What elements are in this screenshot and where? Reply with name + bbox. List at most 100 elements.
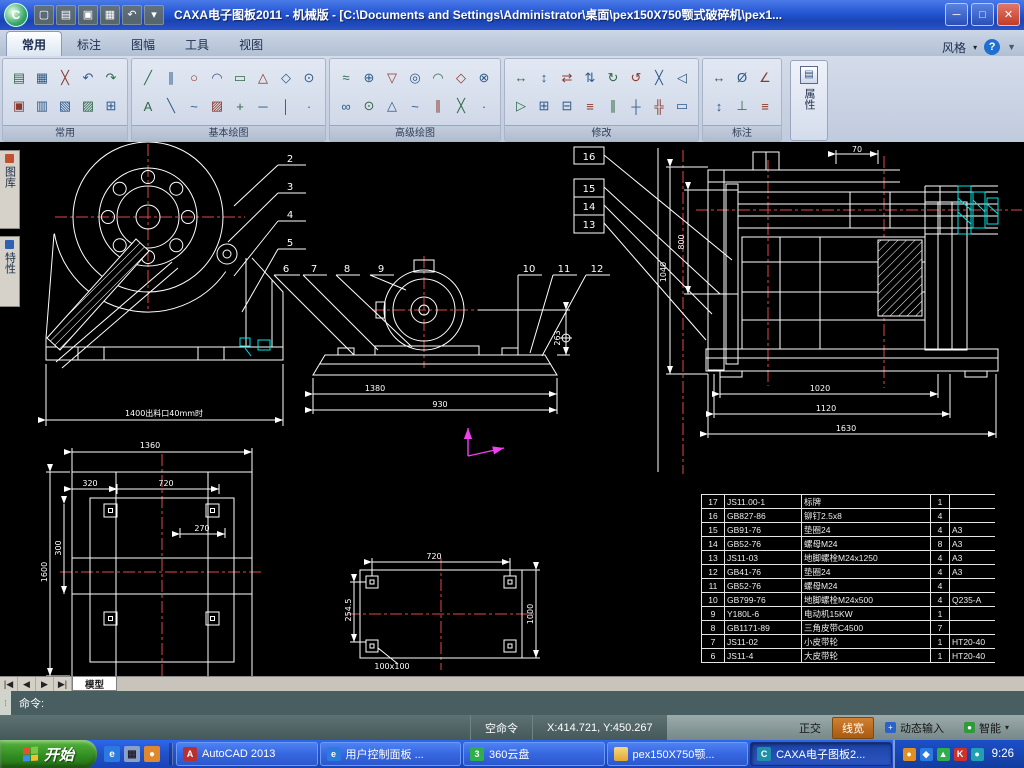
new-icon[interactable]: ▢ bbox=[34, 5, 54, 25]
tab-sheet[interactable]: 图幅 bbox=[116, 32, 170, 56]
tab-common[interactable]: 常用 bbox=[6, 31, 62, 56]
ie-icon[interactable]: e bbox=[104, 746, 120, 762]
group-dimension-label[interactable]: 标注 bbox=[703, 125, 781, 141]
ribbon-icon[interactable]: ≡ bbox=[580, 96, 600, 116]
ribbon-icon[interactable]: ╳ bbox=[649, 68, 669, 88]
ribbon-icon[interactable]: ╱ bbox=[138, 68, 158, 88]
ribbon-icon[interactable]: ⊗ bbox=[474, 68, 494, 88]
side-tab-properties[interactable]: 特性 bbox=[0, 236, 20, 307]
ribbon-icon[interactable]: ~ bbox=[184, 96, 204, 116]
group-common-label[interactable]: 常用 bbox=[3, 125, 127, 141]
style-dropdown[interactable]: 风格 bbox=[942, 39, 966, 56]
qat-dropdown-icon[interactable]: ▾ bbox=[144, 5, 164, 25]
ribbon-icon[interactable]: ▦ bbox=[32, 68, 52, 88]
ribbon-icon[interactable]: ⊞ bbox=[534, 96, 554, 116]
bom-table[interactable]: 17 JS11.00-1 标牌 1 16 GB827-86 铆钉2.5x8 4 bbox=[701, 494, 995, 676]
cad-canvas[interactable]: 1400出料口40mm时 1380 930 263 70 1040 800 10… bbox=[0, 142, 1024, 676]
ribbon-icon[interactable]: + bbox=[230, 96, 250, 116]
ribbon-icon[interactable]: ↔ bbox=[511, 68, 531, 88]
ribbon-icon[interactable]: ▨ bbox=[207, 96, 227, 116]
ribbon-icon[interactable]: ◎ bbox=[405, 68, 425, 88]
command-line[interactable]: ⁞ 命令: bbox=[0, 691, 1024, 715]
linewidth-toggle[interactable]: 线宽 bbox=[832, 717, 874, 739]
sheet-first-button[interactable]: |◀ bbox=[0, 677, 18, 691]
ribbon-icon[interactable]: ┼ bbox=[626, 96, 646, 116]
ribbon-icon[interactable]: ╲ bbox=[161, 96, 181, 116]
chevron-down-icon[interactable]: ▾ bbox=[973, 43, 977, 52]
ribbon-icon[interactable]: ─ bbox=[253, 96, 273, 116]
ribbon-icon[interactable]: ╳ bbox=[55, 68, 75, 88]
ribbon-icon[interactable]: ▨ bbox=[78, 96, 98, 116]
ribbon-icon[interactable]: ↕ bbox=[709, 96, 729, 116]
ribbon-icon[interactable]: ⊥ bbox=[732, 96, 752, 116]
ribbon-icon[interactable]: ⊙ bbox=[299, 68, 319, 88]
ribbon-icon[interactable]: ▭ bbox=[230, 68, 250, 88]
ribbon-icon[interactable]: ╳ bbox=[451, 96, 471, 116]
ribbon-icon[interactable]: ∠ bbox=[755, 68, 775, 88]
sheet-prev-button[interactable]: ◀ bbox=[18, 677, 36, 691]
side-tab-library[interactable]: 图库 bbox=[0, 150, 20, 229]
ribbon-icon[interactable]: │ bbox=[276, 96, 296, 116]
ribbon-icon[interactable]: ◁ bbox=[672, 68, 692, 88]
ribbon-icon[interactable]: ⊕ bbox=[359, 68, 379, 88]
task-button-autocad[interactable]: A AutoCAD 2013 bbox=[176, 742, 318, 766]
ribbon-icon[interactable]: ⊟ bbox=[557, 96, 577, 116]
ribbon-icon[interactable]: ~ bbox=[405, 96, 425, 116]
ribbon-icon[interactable]: ▧ bbox=[55, 96, 75, 116]
ribbon-icon[interactable]: ◠ bbox=[428, 68, 448, 88]
tray-icon[interactable]: ● bbox=[971, 748, 984, 761]
ribbon-icon[interactable]: ∞ bbox=[336, 96, 356, 116]
tab-view[interactable]: 视图 bbox=[224, 32, 278, 56]
ribbon-icon[interactable]: ↺ bbox=[626, 68, 646, 88]
ribbon-icon[interactable]: ∥ bbox=[428, 96, 448, 116]
ribbon-icon[interactable]: ≈ bbox=[336, 68, 356, 88]
start-button[interactable]: 开始 bbox=[0, 740, 97, 768]
undo-icon[interactable]: ↶ bbox=[122, 5, 142, 25]
task-button-caxa[interactable]: C CAXA电子图板2... bbox=[750, 742, 892, 766]
print-icon[interactable]: ▦ bbox=[100, 5, 120, 25]
ribbon-icon[interactable]: ○ bbox=[184, 68, 204, 88]
smart-toggle[interactable]: ● 智能 ▾ bbox=[955, 718, 1018, 738]
ribbon-icon[interactable]: ▭ bbox=[672, 96, 692, 116]
tab-annotate[interactable]: 标注 bbox=[62, 32, 116, 56]
ribbon-icon[interactable]: ≡ bbox=[755, 96, 775, 116]
properties-button[interactable]: ▤ 属性 bbox=[790, 60, 828, 141]
ribbon-icon[interactable]: △ bbox=[253, 68, 273, 88]
tray-icon[interactable]: K bbox=[954, 748, 967, 761]
show-desktop-icon[interactable]: ▦ bbox=[124, 746, 140, 762]
ribbon-icon[interactable]: Ø bbox=[732, 68, 752, 88]
media-icon[interactable]: ● bbox=[144, 746, 160, 762]
ribbon-icon[interactable]: ▤ bbox=[9, 68, 29, 88]
ribbon-icon[interactable]: ⊙ bbox=[359, 96, 379, 116]
ribbon-icon[interactable]: ∥ bbox=[603, 96, 623, 116]
ribbon-icon[interactable]: ⇄ bbox=[557, 68, 577, 88]
sheet-last-button[interactable]: ▶| bbox=[54, 677, 72, 691]
ribbon-icon[interactable]: △ bbox=[382, 96, 402, 116]
minimize-button[interactable]: ─ bbox=[945, 3, 968, 26]
pin-icon[interactable]: ▼ bbox=[1007, 42, 1016, 52]
tray-icon[interactable]: ● bbox=[903, 748, 916, 761]
help-icon[interactable]: ? bbox=[984, 39, 1000, 55]
ribbon-icon[interactable]: ╬ bbox=[649, 96, 669, 116]
group-advanced-draw-label[interactable]: 高级绘图 bbox=[330, 125, 500, 141]
command-grip[interactable]: ⁞ bbox=[0, 691, 11, 715]
sheet-tab-model[interactable]: 模型 bbox=[72, 677, 117, 691]
tray-icon[interactable]: ◆ bbox=[920, 748, 933, 761]
ribbon-icon[interactable]: · bbox=[299, 96, 319, 116]
ribbon-icon[interactable]: ↶ bbox=[78, 68, 98, 88]
ribbon-icon[interactable]: ↕ bbox=[534, 68, 554, 88]
ortho-toggle[interactable]: 正交 bbox=[790, 718, 830, 738]
task-button-360cloud[interactable]: 3 360云盘 bbox=[463, 742, 605, 766]
ribbon-icon[interactable]: ◇ bbox=[451, 68, 471, 88]
ribbon-icon[interactable]: ▽ bbox=[382, 68, 402, 88]
save-icon[interactable]: ▣ bbox=[78, 5, 98, 25]
group-basic-draw-label[interactable]: 基本绘图 bbox=[132, 125, 325, 141]
open-icon[interactable]: ▤ bbox=[56, 5, 76, 25]
ribbon-icon[interactable]: ⊞ bbox=[101, 96, 121, 116]
ribbon-icon[interactable]: ◇ bbox=[276, 68, 296, 88]
ribbon-icon[interactable]: ↷ bbox=[101, 68, 121, 88]
ribbon-icon[interactable]: ↔ bbox=[709, 68, 729, 88]
ribbon-icon[interactable]: ▥ bbox=[32, 96, 52, 116]
group-modify-label[interactable]: 修改 bbox=[505, 125, 698, 141]
ribbon-icon[interactable]: ⇅ bbox=[580, 68, 600, 88]
